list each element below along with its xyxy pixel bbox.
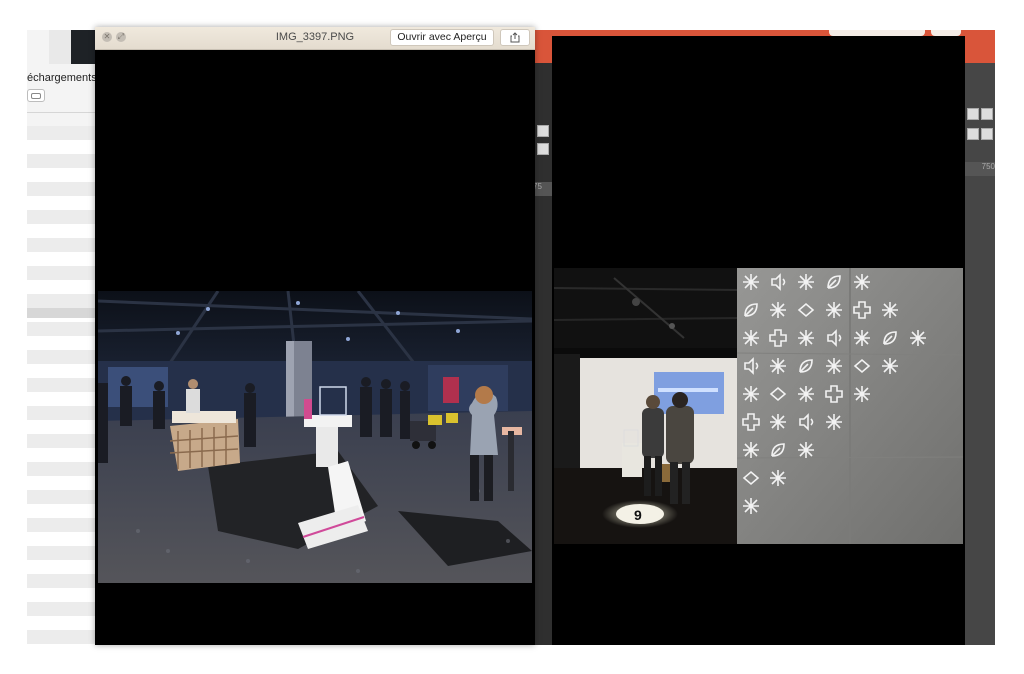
quicklook-titlebar[interactable]: ✕ ⤢ IMG_3397.PNG Ouvrir avec Aperçu — [95, 27, 535, 50]
ruler-right: 750 — [965, 162, 995, 176]
photo-exhibition-room: 9 — [554, 268, 963, 544]
folder-thumbnail — [49, 30, 97, 64]
tool-icon[interactable] — [537, 125, 549, 137]
share-icon — [510, 32, 520, 43]
panel-icon[interactable] — [967, 108, 979, 120]
photo-1-illustration — [98, 291, 532, 583]
file-list[interactable] — [27, 126, 97, 645]
photo-exhibition-hall — [98, 291, 532, 583]
open-with-preview-button[interactable]: Ouvrir avec Aperçu — [390, 29, 494, 46]
background-finder-window: échargements — [27, 30, 97, 645]
panel-icon[interactable] — [981, 108, 993, 120]
right-panel — [965, 63, 995, 645]
share-button[interactable] — [500, 29, 530, 46]
photo-2-illustration: 9 — [554, 268, 963, 544]
quicklook-window: ✕ ⤢ IMG_3397.PNG Ouvrir avec Aperçu — [95, 27, 535, 645]
selected-row[interactable] — [27, 308, 97, 318]
divider — [27, 112, 97, 113]
panel-icon[interactable] — [967, 128, 979, 140]
sidebar-item-downloads[interactable]: échargements — [27, 72, 97, 84]
tool-icon[interactable] — [537, 143, 549, 155]
panel-icon[interactable] — [981, 128, 993, 140]
floor-number: 9 — [634, 507, 642, 523]
preview-window-2: 9 — [552, 36, 965, 645]
toggle-button[interactable] — [27, 89, 45, 102]
